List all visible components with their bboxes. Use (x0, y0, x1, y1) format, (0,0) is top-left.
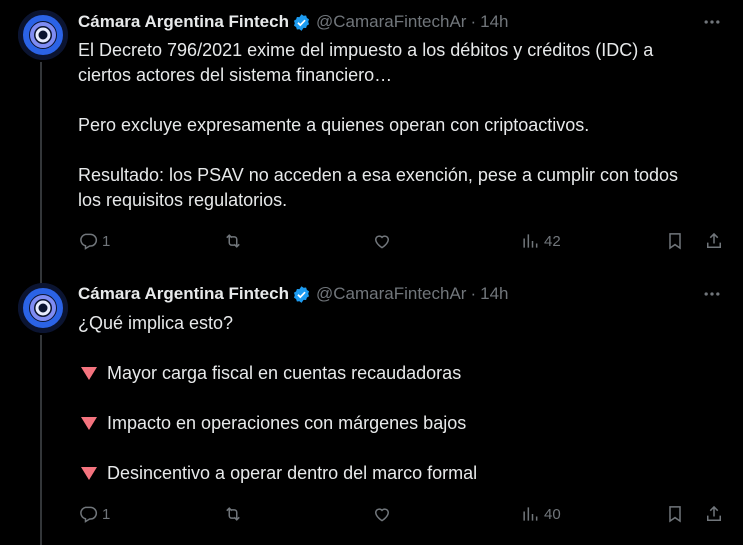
action-bar: 1 40 (78, 502, 728, 526)
text-line: Resultado: los PSAV no acceden a esa exe… (78, 165, 679, 185)
bullet-text: Desincentivo a operar dentro del marco f… (107, 463, 478, 483)
text-line: Pero excluye expresamente a quienes oper… (78, 115, 590, 135)
retweet-button[interactable] (223, 502, 243, 526)
bookmark-button[interactable] (665, 229, 685, 253)
retweet-icon (226, 234, 240, 248)
reply-icon (80, 233, 98, 250)
triangle-down-icon (81, 417, 97, 430)
text-line: ¿Qué implica esto? (78, 313, 234, 333)
tweet-header: Cámara Argentina Fintech @CamaraFintechA… (78, 283, 509, 305)
tweet-text: El Decreto 796/2021 exime del impuesto a… (78, 38, 718, 213)
bullet-text: Impacto en operaciones con márgenes bajo… (107, 413, 467, 433)
retweet-button[interactable] (223, 229, 243, 253)
author-name[interactable]: Cámara Argentina Fintech (78, 12, 289, 32)
like-button[interactable] (372, 229, 392, 253)
tweet-1[interactable]: Cámara Argentina Fintech @CamaraFintechA… (0, 0, 743, 270)
author-handle[interactable]: @CamaraFintechAr (316, 12, 466, 32)
author-name[interactable]: Cámara Argentina Fintech (78, 284, 289, 304)
share-button[interactable] (704, 229, 724, 253)
verified-badge-icon (292, 13, 311, 32)
reply-button[interactable]: 1 (78, 502, 110, 526)
view-count: 42 (544, 232, 561, 250)
share-button[interactable] (704, 502, 724, 526)
more-icon[interactable] (701, 283, 723, 305)
triangle-down-icon (81, 367, 97, 380)
retweet-icon (226, 507, 240, 521)
share-icon (707, 232, 721, 248)
view-count: 40 (544, 505, 561, 523)
list-item: Desincentivo a operar dentro del marco f… (78, 461, 718, 486)
views-icon (523, 234, 538, 248)
bookmark-icon (669, 233, 681, 250)
reply-button[interactable]: 1 (78, 229, 110, 253)
views-icon (523, 507, 538, 521)
bookmark-button[interactable] (665, 502, 685, 526)
avatar[interactable] (18, 283, 68, 333)
text-line: El Decreto 796/2021 exime del impuesto a… (78, 40, 654, 60)
bookmark-icon (669, 506, 681, 523)
triangle-down-icon (81, 467, 97, 480)
avatar[interactable] (18, 10, 68, 60)
more-icon[interactable] (701, 11, 723, 33)
timestamp[interactable]: 14h (480, 12, 508, 32)
views-button[interactable]: 40 (520, 502, 561, 526)
author-handle[interactable]: @CamaraFintechAr (316, 284, 466, 304)
separator: · (470, 284, 477, 303)
bullet-text: Mayor carga fiscal en cuentas recaudador… (107, 363, 462, 383)
reply-count: 1 (102, 505, 111, 523)
list-item: Mayor carga fiscal en cuentas recaudador… (78, 361, 718, 386)
views-button[interactable]: 42 (520, 229, 561, 253)
like-icon (374, 235, 390, 249)
text-line: los requisitos regulatorios. (78, 190, 288, 210)
tweet-2[interactable]: Cámara Argentina Fintech @CamaraFintechA… (0, 273, 743, 545)
reply-count: 1 (102, 232, 111, 250)
reply-icon (80, 506, 98, 523)
verified-badge-icon (292, 285, 311, 304)
share-icon (707, 505, 721, 521)
like-icon (374, 508, 390, 522)
like-button[interactable] (372, 502, 392, 526)
separator: · (470, 12, 477, 31)
list-item: Impacto en operaciones con márgenes bajo… (78, 411, 718, 436)
tweet-header: Cámara Argentina Fintech @CamaraFintechA… (78, 11, 509, 33)
tweet-text: ¿Qué implica esto? Mayor carga fiscal en… (78, 311, 718, 486)
timestamp[interactable]: 14h (480, 284, 508, 304)
action-bar: 1 42 (78, 229, 728, 253)
text-line: ciertos actores del sistema financiero… (78, 65, 393, 85)
